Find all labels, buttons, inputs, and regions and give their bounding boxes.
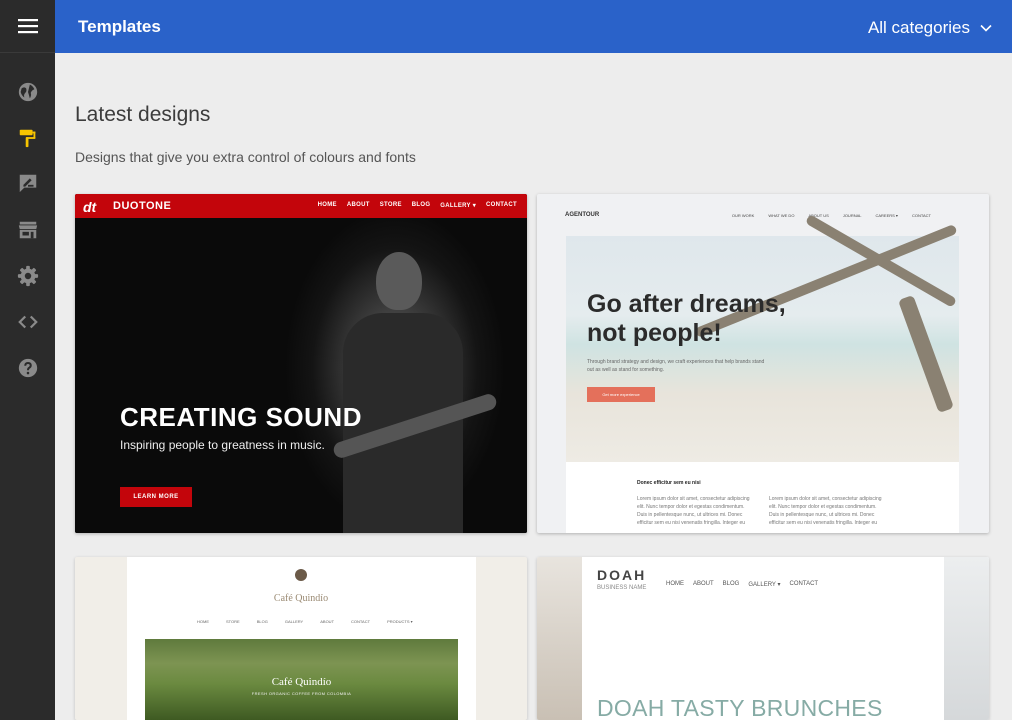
cafe-nav: HOME STORE BLOG GALLERY ABOUT CONTACT PR…	[197, 619, 413, 624]
cafe-nav-item: GALLERY	[284, 619, 304, 624]
sidebar-item-globe[interactable]	[17, 81, 39, 103]
doah-nav-item: GALLERY ▾	[748, 582, 781, 588]
duotone-nav-item: GALLERY ▾	[440, 203, 477, 209]
template-card-agentour[interactable]: AGENTOUR OUR WORK WHAT WE DO ABOUT US JO…	[537, 194, 989, 533]
doah-side-photo	[537, 557, 582, 720]
paint-roller-icon	[19, 129, 36, 148]
agentour-intro-text: Through brand strategy and design, we cr…	[587, 359, 765, 373]
duotone-nav-item: CONTACT	[486, 202, 517, 208]
sidebar	[0, 0, 55, 720]
duotone-headline: CREATING SOUND	[120, 402, 362, 432]
doah-nav-item: HOME	[666, 581, 684, 587]
cafe-nav-item: PRODUCTS ▾	[387, 619, 413, 624]
category-dropdown[interactable]: All categories	[868, 18, 992, 38]
cafe-nav-item: BLOG	[256, 619, 268, 624]
agentour-nav-item: WHAT WE DO	[768, 213, 795, 218]
cafe-hero-photo: Café Quindío FRESH ORGANIC COFFEE FROM C…	[145, 639, 458, 720]
chevron-down-icon	[980, 24, 992, 32]
duotone-logo: dt	[83, 199, 97, 215]
code-icon	[18, 315, 38, 329]
doah-logo: DOAH	[597, 567, 647, 583]
duotone-brand: DUOTONE	[113, 200, 172, 212]
sidebar-item-design[interactable]	[17, 127, 39, 149]
doah-nav-item: BLOG	[722, 581, 740, 587]
agentour-nav-item: CONTACT	[911, 213, 931, 218]
duotone-nav-item: ABOUT	[346, 202, 370, 208]
edit-icon	[19, 174, 37, 193]
agentour-tree-trunk	[897, 294, 955, 414]
cafe-hero-subtitle: FRESH ORGANIC COFFEE FROM COLOMBIA	[251, 691, 352, 696]
duotone-learn-more-button: LEARN MORE	[120, 487, 192, 507]
sidebar-item-help[interactable]	[17, 357, 39, 379]
globe-icon	[18, 82, 38, 102]
agentour-cta-button: Get more experience	[587, 387, 655, 402]
menu-button[interactable]	[0, 0, 55, 53]
store-icon	[18, 221, 38, 239]
doah-side-photo	[944, 557, 989, 720]
cafe-title: Café Quindío	[273, 593, 329, 604]
duotone-performer-head	[376, 252, 422, 310]
agentour-headline-line2: not people!	[587, 319, 722, 347]
agentour-nav-item: CAREERS ▾	[875, 213, 898, 218]
template-card-cafe[interactable]: Café Quindío HOME STORE BLOG GALLERY ABO…	[75, 557, 527, 720]
section-subtitle: Designs that give you extra control of c…	[75, 149, 416, 165]
duotone-navbar: dt DUOTONE HOME ABOUT STORE BLOG GALLERY…	[75, 194, 527, 218]
sidebar-item-settings[interactable]	[17, 265, 39, 287]
page-title: Templates	[78, 17, 161, 36]
section-title: Latest designs	[75, 103, 211, 126]
agentour-text-column: Lorem ipsum dolor sit amet, consectetur …	[769, 496, 882, 526]
duotone-hero-photo	[75, 218, 527, 533]
cafe-nav-item: STORE	[226, 619, 240, 624]
doah-headline: DOAH TASTY BRUNCHES	[597, 695, 883, 720]
gear-icon	[17, 265, 39, 287]
template-card-doah[interactable]: DOAH BUSINESS NAME HOME ABOUT BLOG GALLE…	[537, 557, 989, 720]
top-bar: Templates All categories	[55, 0, 1012, 53]
agentour-tree-branch	[804, 214, 958, 308]
duotone-nav-item: HOME	[317, 202, 337, 208]
category-dropdown-label: All categories	[867, 18, 970, 37]
doah-nav-item: CONTACT	[789, 581, 819, 587]
agentour-subheading: Donec efficitur sem eu nisi	[637, 480, 701, 486]
hamburger-icon	[17, 19, 38, 34]
sidebar-item-edit[interactable]	[17, 172, 39, 194]
agentour-nav: OUR WORK WHAT WE DO ABOUT US JOURNAL CAR…	[732, 213, 931, 218]
cafe-nav-item: ABOUT	[320, 619, 335, 624]
doah-nav-item: ABOUT	[693, 581, 714, 587]
duotone-nav: HOME ABOUT STORE BLOG GALLERY ▾ CONTACT	[318, 202, 517, 209]
template-card-duotone[interactable]: dt DUOTONE HOME ABOUT STORE BLOG GALLERY…	[75, 194, 527, 533]
agentour-nav-item: OUR WORK	[731, 213, 755, 218]
sidebar-item-store[interactable]	[17, 219, 39, 241]
agentour-headline: Go after dreams, not people!	[587, 290, 786, 348]
cafe-nav-item: CONTACT	[351, 619, 371, 624]
cafe-logo-icon	[295, 569, 307, 581]
agentour-hero-photo	[566, 214, 959, 462]
help-icon	[18, 358, 38, 378]
duotone-nav-item: STORE	[379, 202, 402, 208]
cafe-hero-title: Café Quindío	[271, 676, 332, 688]
agentour-headline-line1: Go after dreams,	[587, 290, 786, 318]
sidebar-item-code[interactable]	[17, 311, 39, 333]
doah-nav: HOME ABOUT BLOG GALLERY ▾ CONTACT	[666, 581, 818, 588]
cafe-nav-item: HOME	[197, 619, 209, 624]
doah-business-name: BUSINESS NAME	[597, 585, 647, 591]
agentour-text-column: Lorem ipsum dolor sit amet, consectetur …	[637, 496, 750, 526]
agentour-brand: AGENTOUR	[565, 212, 600, 218]
duotone-tagline: Inspiring people to greatness in music.	[120, 438, 325, 452]
duotone-nav-item: BLOG	[411, 202, 431, 208]
agentour-content-section	[566, 462, 959, 533]
agentour-nav-item: JOURNAL	[842, 213, 862, 218]
